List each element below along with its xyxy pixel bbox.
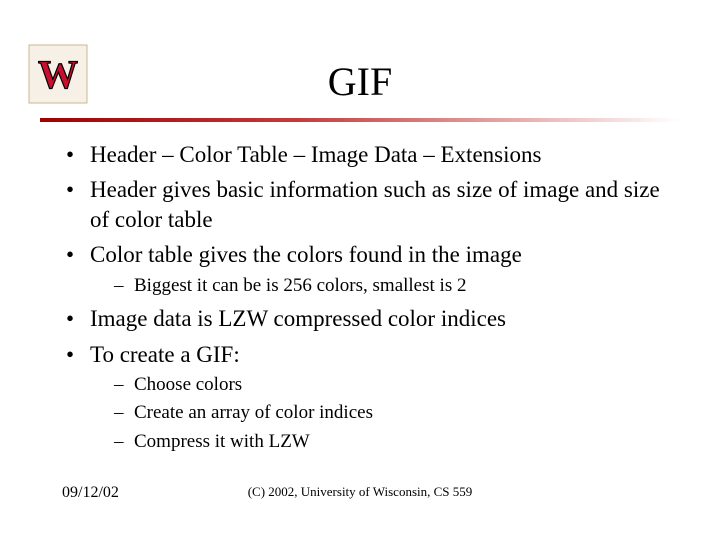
footer-copyright: (C) 2002, University of Wisconsin, CS 55… — [0, 484, 720, 500]
sub-bullet-text: Choose colors — [134, 374, 242, 395]
title-underline — [40, 118, 680, 122]
bullet-item: To create a GIF: Choose colors Create an… — [62, 340, 672, 454]
bullet-text: To create a GIF: — [90, 342, 240, 367]
sub-bullet-item: Choose colors — [114, 373, 672, 397]
slide-title: GIF — [0, 58, 720, 105]
bullet-text: Image data is LZW compressed color indic… — [90, 306, 506, 331]
bullet-item: Color table gives the colors found in th… — [62, 240, 672, 298]
sub-bullet-item: Biggest it can be is 256 colors, smalles… — [114, 274, 672, 298]
bullet-text: Header gives basic information such as s… — [90, 177, 660, 231]
sub-bullet-text: Biggest it can be is 256 colors, smalles… — [134, 275, 466, 296]
bullet-item: Header gives basic information such as s… — [62, 175, 672, 234]
bullet-item: Image data is LZW compressed color indic… — [62, 304, 672, 333]
bullet-text: Header – Color Table – Image Data – Exte… — [90, 142, 541, 167]
sub-bullet-text: Compress it with LZW — [134, 431, 310, 452]
slide-body: Header – Color Table – Image Data – Exte… — [62, 140, 672, 460]
sub-bullet-item: Create an array of color indices — [114, 401, 672, 425]
slide: W GIF Header – Color Table – Image Data … — [0, 0, 720, 540]
bullet-item: Header – Color Table – Image Data – Exte… — [62, 140, 672, 169]
bullet-text: Color table gives the colors found in th… — [90, 242, 522, 267]
sub-bullet-text: Create an array of color indices — [134, 402, 373, 423]
sub-bullet-item: Compress it with LZW — [114, 430, 672, 454]
